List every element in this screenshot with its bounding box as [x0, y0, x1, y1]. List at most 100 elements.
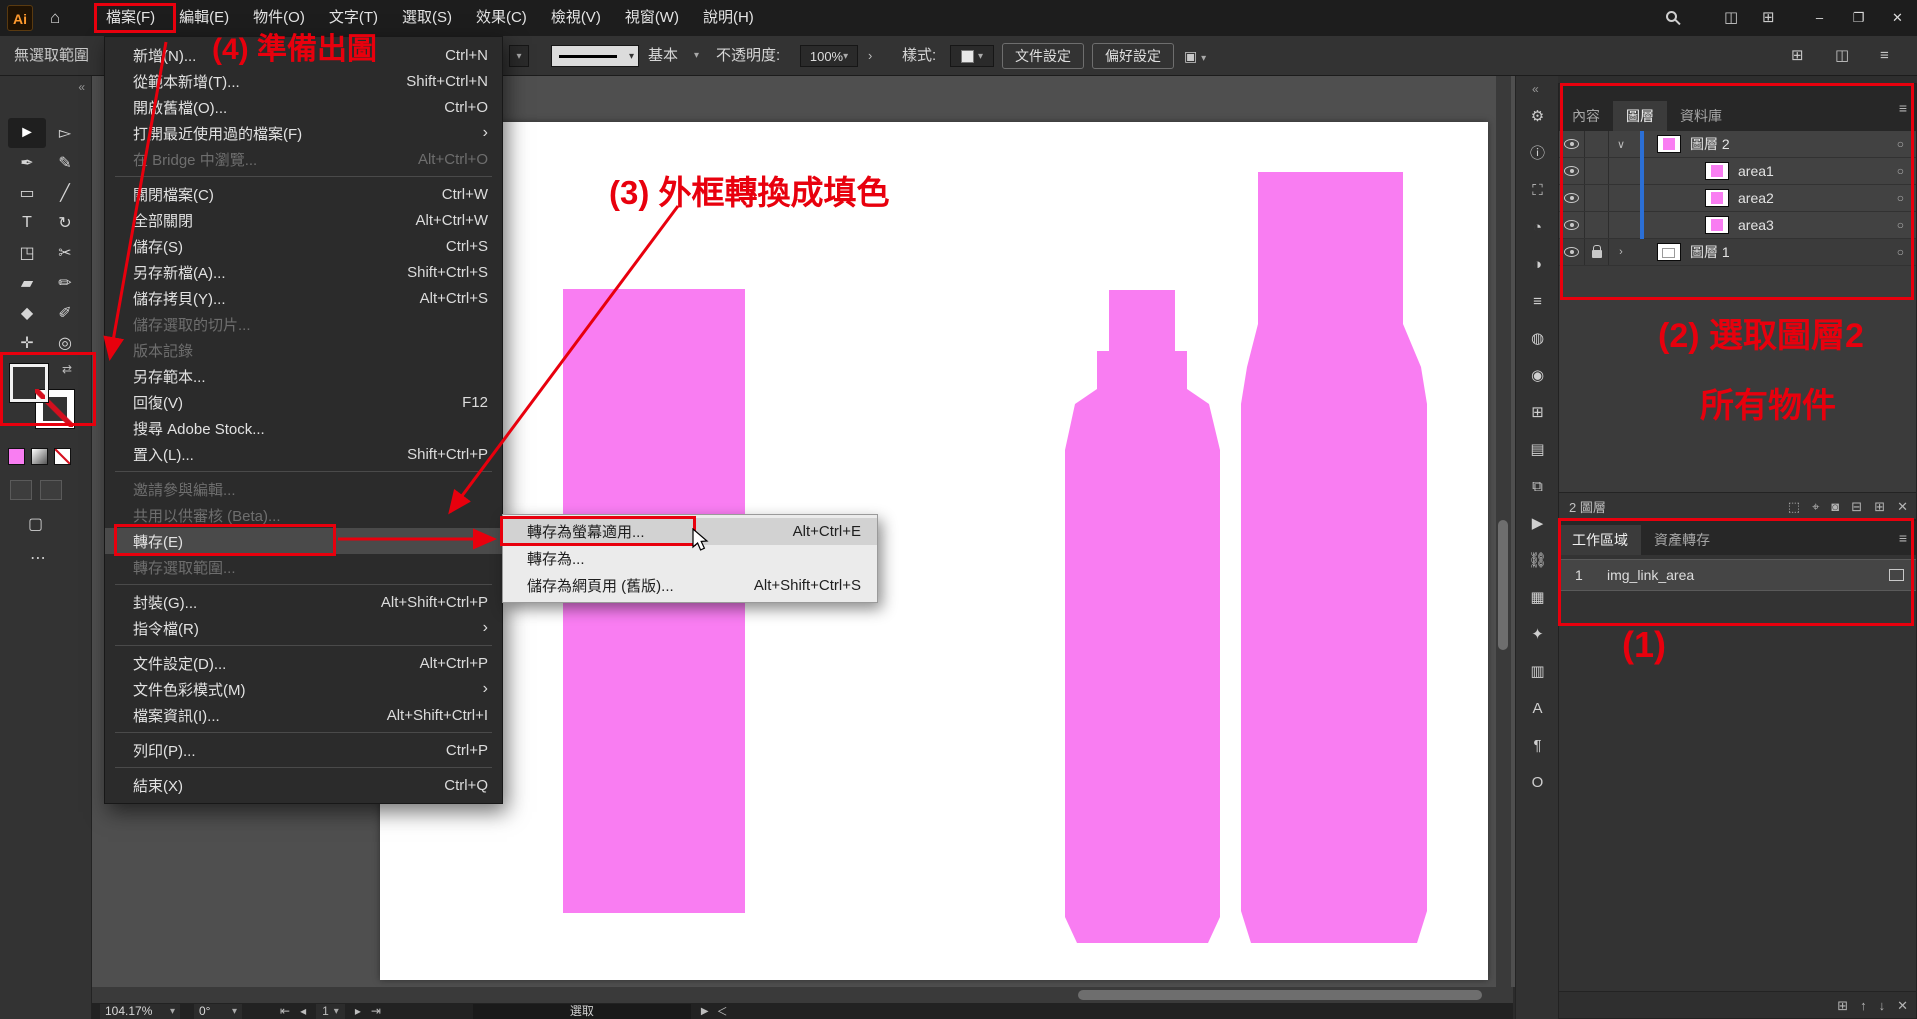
transform-panel-icon[interactable]: ⛶ — [1526, 180, 1550, 201]
graphic-styles-panel-icon[interactable]: ▤ — [1526, 439, 1550, 460]
preferences-button[interactable]: 偏好設定 — [1092, 43, 1174, 69]
file-menu-item[interactable]: 儲存(S)Ctrl+S — [105, 233, 502, 259]
style-dropdown[interactable]: ▾ — [950, 45, 994, 67]
target-circle[interactable]: ○ — [1897, 191, 1904, 205]
eraser-tool[interactable]: ◳ — [8, 238, 46, 268]
file-menu-item[interactable]: 搜尋 Adobe Stock... — [105, 415, 502, 441]
horizontal-scrollbar-thumb[interactable] — [1078, 990, 1482, 1000]
layers-tab-2[interactable]: 資料庫 — [1667, 101, 1735, 131]
collect-for-export-icon[interactable]: ⬚ — [1788, 493, 1800, 520]
swap-fill-stroke-icon[interactable]: ⇄ — [62, 362, 72, 376]
shaper-tool[interactable]: ▰ — [8, 268, 46, 298]
file-menu-item[interactable]: 轉存(E)› — [105, 528, 502, 554]
menu-object[interactable]: 物件(O) — [241, 0, 317, 36]
panel-menu-icon[interactable]: ≡ — [1899, 100, 1907, 116]
opacity-value-dropdown[interactable]: 100%▾ — [800, 45, 858, 67]
draw-behind-mode-button[interactable] — [40, 480, 62, 500]
file-menu-item[interactable]: 列印(P)...Ctrl+P — [105, 737, 502, 763]
vertical-scrollbar-thumb[interactable] — [1498, 520, 1508, 650]
opacity-options-chevron[interactable]: › — [868, 36, 872, 76]
delete-artboard-icon[interactable]: ✕ — [1897, 992, 1908, 1019]
artboard-number-dropdown[interactable]: 1▾ — [316, 1004, 345, 1019]
properties-panel-icon[interactable]: ⚙ — [1526, 106, 1550, 127]
lock-toggle[interactable] — [1585, 131, 1609, 157]
character-panel-icon[interactable]: A — [1526, 698, 1550, 719]
lock-toggle[interactable] — [1585, 185, 1609, 211]
width-profile-dropdown[interactable]: ▾ — [551, 45, 639, 67]
fill-color-swatch[interactable] — [10, 364, 48, 402]
artboard-list-item[interactable]: 1 img_link_area — [1559, 559, 1916, 591]
layer-row[interactable]: area3○ — [1559, 212, 1916, 239]
first-artboard-button[interactable]: ⇤ — [280, 1004, 290, 1018]
css-properties-panel-icon[interactable]: ▥ — [1526, 661, 1550, 682]
opentype-panel-icon[interactable]: O — [1526, 772, 1550, 793]
file-menu-item[interactable]: 全部關閉Alt+Ctrl+W — [105, 207, 502, 233]
expand-panels-icon[interactable]: « — [1532, 82, 1539, 96]
file-menu-item[interactable]: 關閉檔案(C)Ctrl+W — [105, 181, 502, 207]
hand-tool[interactable]: ✛ — [8, 328, 46, 358]
transparency-panel-icon[interactable]: ◍ — [1526, 328, 1550, 349]
status-play-icon[interactable]: ▶ — [701, 1006, 709, 1017]
collapse-toolbar-icon[interactable]: « — [78, 80, 85, 94]
menu-help[interactable]: 說明(H) — [691, 0, 766, 36]
menu-file[interactable]: 檔案(F) — [94, 0, 167, 36]
pencil-tool[interactable]: ✏ — [46, 268, 84, 298]
delete-layer-icon[interactable]: ✕ — [1897, 493, 1908, 520]
export-submenu-item[interactable]: 轉存為... — [503, 545, 877, 572]
gradient-swatch-mini[interactable] — [31, 448, 48, 465]
layers-tab-0[interactable]: 內容 — [1559, 101, 1613, 131]
layer-row[interactable]: ∨圖層 2○ — [1559, 131, 1916, 158]
rotate-tool[interactable]: ↻ — [46, 208, 84, 238]
scissors-tool[interactable]: ✂ — [46, 238, 84, 268]
target-circle[interactable]: ○ — [1897, 218, 1904, 232]
target-circle[interactable]: ○ — [1897, 245, 1904, 259]
file-menu-item[interactable]: 新增(N)...Ctrl+N — [105, 42, 502, 68]
gradient-tool[interactable]: ◆ — [8, 298, 46, 328]
appearance-panel-icon[interactable]: ◉ — [1526, 365, 1550, 386]
menu-window[interactable]: 視窗(W) — [613, 0, 691, 36]
rotation-dropdown[interactable]: 0°▾ — [194, 1004, 242, 1019]
menu-effect[interactable]: 效果(C) — [464, 0, 539, 36]
minimize-button[interactable]: – — [1800, 0, 1839, 36]
zoom-level-dropdown[interactable]: 104.17%▾ — [100, 1004, 180, 1019]
target-circle[interactable]: ○ — [1897, 137, 1904, 151]
file-menu-item[interactable]: 結束(X)Ctrl+Q — [105, 772, 502, 798]
visibility-toggle[interactable] — [1559, 185, 1585, 211]
line-segment-tool[interactable]: ╱ — [46, 178, 84, 208]
type-tool[interactable]: T — [8, 208, 46, 238]
new-layer-icon[interactable]: ⊞ — [1874, 493, 1885, 520]
lock-toggle[interactable] — [1585, 212, 1609, 238]
visibility-toggle[interactable] — [1559, 131, 1585, 157]
panel-menu-icon[interactable]: ≡ — [1899, 530, 1907, 546]
file-menu-item[interactable]: 置入(L)...Shift+Ctrl+P — [105, 441, 502, 467]
clipping-mask-icon[interactable]: ◙ — [1831, 493, 1839, 520]
menu-view[interactable]: 檢視(V) — [539, 0, 613, 36]
chevron-right-icon[interactable]: › — [1613, 246, 1629, 258]
align-options-dropdown[interactable]: ▣ ▾ — [1184, 36, 1206, 79]
restore-button[interactable]: ❐ — [1839, 0, 1878, 36]
menu-select[interactable]: 選取(S) — [390, 0, 464, 36]
visibility-toggle[interactable] — [1559, 239, 1585, 265]
file-menu-item[interactable]: 封裝(G)...Alt+Shift+Ctrl+P — [105, 589, 502, 615]
stroke-weight-dropdown[interactable]: ▾ — [509, 45, 529, 67]
export-submenu-item[interactable]: 轉存為螢幕適用...Alt+Ctrl+E — [503, 518, 877, 545]
selection-tool[interactable]: ► — [8, 118, 46, 148]
control-bar-menu-icon[interactable]: ≡ — [1880, 36, 1889, 76]
search-icon[interactable] — [1666, 11, 1677, 22]
artboard-icon[interactable] — [1889, 569, 1904, 581]
lock-toggle[interactable] — [1585, 239, 1609, 265]
brush-definition-dropdown[interactable]: 基本 — [648, 36, 678, 76]
new-sublayer-icon[interactable]: ⊟ — [1851, 493, 1862, 520]
file-menu-item[interactable]: 從範本新增(T)...Shift+Ctrl+N — [105, 68, 502, 94]
stroke-panel-icon[interactable]: ≡ — [1526, 291, 1550, 312]
rectangle-tool[interactable]: ▭ — [8, 178, 46, 208]
file-menu-item[interactable]: 文件設定(D)...Alt+Ctrl+P — [105, 650, 502, 676]
layer-row[interactable]: ›圖層 1○ — [1559, 239, 1916, 266]
chevron-down-icon[interactable]: ▾ — [694, 36, 699, 76]
artboards-panel-icon[interactable]: ▦ — [1526, 587, 1550, 608]
color-panel-icon[interactable]: ◔ — [1526, 217, 1550, 238]
pen-tool[interactable]: ✒ — [8, 148, 46, 178]
asset-export-panel-icon[interactable]: ✦ — [1526, 624, 1550, 645]
color-swatch-mini[interactable] — [8, 448, 25, 465]
horizontal-scrollbar[interactable] — [92, 987, 1513, 1003]
